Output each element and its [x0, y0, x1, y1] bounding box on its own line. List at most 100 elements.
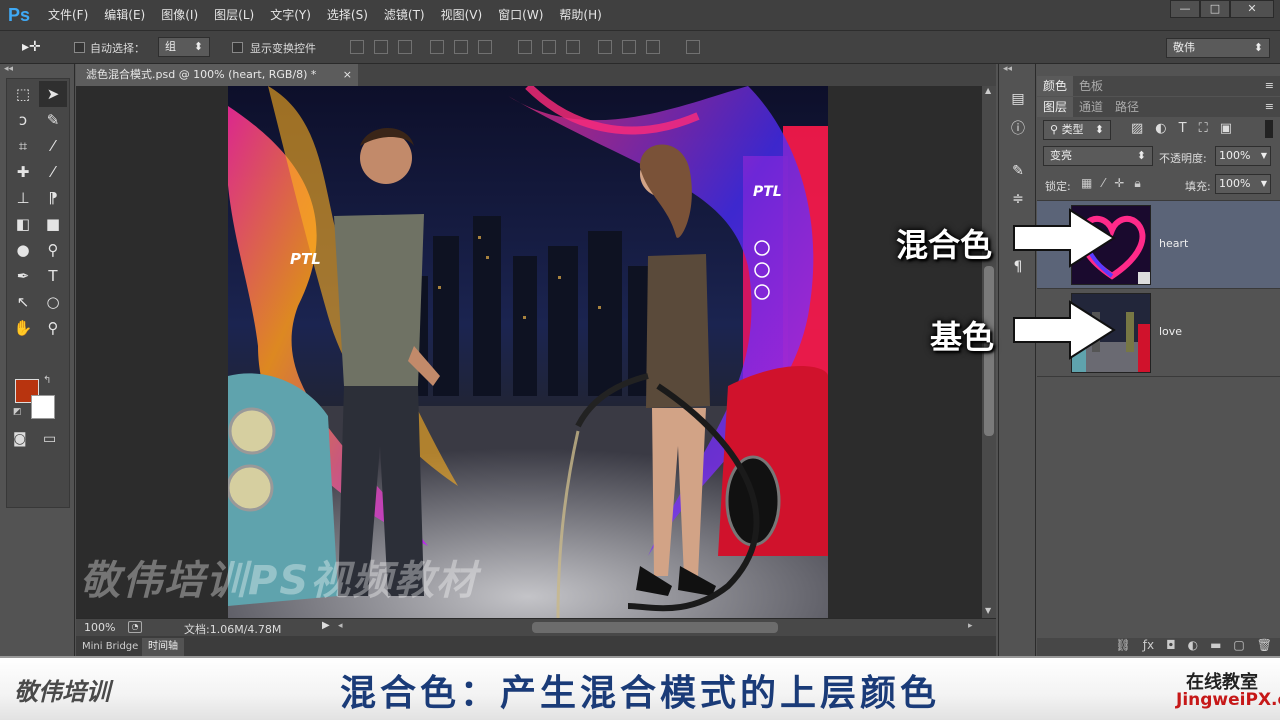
- brush-tool-icon[interactable]: ⁄: [39, 159, 67, 185]
- distribute-top-icon[interactable]: [518, 40, 532, 54]
- auto-select-checkbox[interactable]: [74, 42, 85, 53]
- info-panel-icon[interactable]: ⓘ: [1005, 118, 1031, 140]
- align-bottom-icon[interactable]: [398, 40, 412, 54]
- ellipse-tool-icon[interactable]: ○: [39, 289, 67, 315]
- eyedropper-tool-icon[interactable]: ⁄: [39, 133, 67, 159]
- history-brush-tool-icon[interactable]: ⁋: [39, 185, 67, 211]
- scroll-down-icon[interactable]: ▼: [985, 606, 991, 615]
- crop-tool-icon[interactable]: ⌗: [9, 133, 37, 159]
- collapse-icon[interactable]: ◂◂: [4, 64, 13, 74]
- filter-toggle[interactable]: [1265, 120, 1273, 138]
- collapse-icon[interactable]: ◂◂: [1003, 64, 1012, 74]
- path-select-tool-icon[interactable]: ↖: [9, 289, 37, 315]
- healing-brush-tool-icon[interactable]: ✚: [9, 159, 37, 185]
- scroll-right-icon[interactable]: ▸: [968, 621, 973, 631]
- delete-layer-icon[interactable]: 🗑︎: [1257, 638, 1272, 656]
- align-top-icon[interactable]: [350, 40, 364, 54]
- brush-panel-icon[interactable]: ✎: [1005, 160, 1031, 182]
- hand-tool-icon[interactable]: ✋: [9, 315, 37, 341]
- quick-select-tool-icon[interactable]: ✎: [39, 107, 67, 133]
- menu-help[interactable]: 帮助(H): [551, 0, 609, 30]
- quick-mask-icon[interactable]: ◙: [13, 431, 27, 447]
- tab-paths[interactable]: 路径: [1109, 97, 1145, 117]
- move-tool-icon[interactable]: ▸✛: [22, 39, 41, 55]
- panel-menu-icon[interactable]: ≡: [1265, 97, 1280, 117]
- marquee-tool-icon[interactable]: ⬚: [9, 81, 37, 107]
- layer-mask-icon[interactable]: ◘: [1166, 638, 1176, 656]
- close-button[interactable]: ✕: [1230, 0, 1274, 18]
- new-group-icon[interactable]: ▬: [1210, 638, 1221, 656]
- layer-style-icon[interactable]: ƒx: [1143, 638, 1154, 656]
- shape-filter-icon[interactable]: ⛶: [1199, 121, 1208, 136]
- smart-object-filter-icon[interactable]: ▣: [1220, 121, 1232, 136]
- distribute-left-icon[interactable]: [598, 40, 612, 54]
- pixel-filter-icon[interactable]: ▨: [1131, 121, 1143, 136]
- status-menu-arrow-icon[interactable]: ▶: [322, 620, 330, 631]
- lock-all-icon[interactable]: 🔒︎: [1134, 176, 1140, 191]
- tab-mini-bridge[interactable]: Mini Bridge: [76, 638, 144, 656]
- type-filter-icon[interactable]: T: [1179, 121, 1187, 136]
- align-right-icon[interactable]: [478, 40, 492, 54]
- menu-file[interactable]: 文件(F): [40, 0, 96, 30]
- workspace-dropdown[interactable]: 敬伟 ⬍: [1166, 38, 1270, 58]
- menu-view[interactable]: 视图(V): [433, 0, 491, 30]
- auto-align-icon[interactable]: [686, 40, 700, 54]
- menu-image[interactable]: 图像(I): [153, 0, 206, 30]
- layer-name-love[interactable]: love: [1159, 325, 1182, 338]
- align-left-icon[interactable]: [430, 40, 444, 54]
- tab-color[interactable]: 颜色: [1037, 76, 1074, 96]
- horizontal-scroll-thumb[interactable]: [532, 622, 778, 633]
- menu-layer[interactable]: 图层(L): [206, 0, 262, 30]
- menu-select[interactable]: 选择(S): [319, 0, 376, 30]
- distribute-right-icon[interactable]: [646, 40, 660, 54]
- link-layers-icon[interactable]: ⛓: [1116, 638, 1131, 656]
- lock-transparency-icon[interactable]: ▦: [1081, 176, 1092, 191]
- screen-mode-icon[interactable]: ▭: [43, 431, 56, 447]
- distribute-bottom-icon[interactable]: [566, 40, 580, 54]
- document-tab[interactable]: 滤色混合模式.psd @ 100% (heart, RGB/8) * ×: [76, 64, 358, 86]
- align-vcenter-icon[interactable]: [374, 40, 388, 54]
- auto-select-dropdown[interactable]: 组 ⬍: [158, 37, 210, 57]
- tab-timeline[interactable]: 时间轴: [142, 638, 184, 656]
- align-hcenter-icon[interactable]: [454, 40, 468, 54]
- show-transform-checkbox[interactable]: [232, 42, 243, 53]
- type-tool-icon[interactable]: T: [39, 263, 67, 289]
- minimize-button[interactable]: —: [1170, 0, 1200, 18]
- layer-name-heart[interactable]: heart: [1159, 237, 1188, 250]
- stamp-tool-icon[interactable]: ⊥: [9, 185, 37, 211]
- panel-menu-icon[interactable]: ≡: [1265, 76, 1280, 96]
- lasso-tool-icon[interactable]: ↄ: [9, 107, 37, 133]
- eraser-tool-icon[interactable]: ◧: [9, 211, 37, 237]
- status-icon[interactable]: ◔: [128, 621, 142, 633]
- swap-colors-icon[interactable]: ↰: [43, 375, 51, 386]
- fill-field[interactable]: 100% ▼: [1215, 174, 1271, 194]
- zoom-tool-icon[interactable]: ⚲: [39, 315, 67, 341]
- tab-channels[interactable]: 通道: [1073, 97, 1109, 117]
- scroll-up-icon[interactable]: ▲: [985, 86, 991, 95]
- history-panel-icon[interactable]: ▤: [1005, 88, 1031, 110]
- distribute-vcenter-icon[interactable]: [542, 40, 556, 54]
- gradient-tool-icon[interactable]: ■: [39, 211, 67, 237]
- distribute-hcenter-icon[interactable]: [622, 40, 636, 54]
- move-tool-icon[interactable]: ➤: [39, 81, 67, 107]
- restore-button[interactable]: □: [1200, 0, 1230, 18]
- adjustment-filter-icon[interactable]: ◐: [1155, 121, 1166, 136]
- adjustment-layer-icon[interactable]: ◐: [1188, 638, 1198, 656]
- blur-tool-icon[interactable]: ●: [9, 237, 37, 263]
- background-color-swatch[interactable]: [31, 395, 55, 419]
- tab-layers[interactable]: 图层: [1037, 97, 1074, 117]
- menu-window[interactable]: 窗口(W): [490, 0, 551, 30]
- scroll-left-icon[interactable]: ◂: [338, 621, 343, 631]
- menu-filter[interactable]: 滤镜(T): [376, 0, 433, 30]
- opacity-field[interactable]: 100% ▼: [1215, 146, 1271, 166]
- pen-tool-icon[interactable]: ✒: [9, 263, 37, 289]
- lock-pixels-icon[interactable]: ⁄: [1102, 176, 1104, 191]
- default-colors-icon[interactable]: ◩: [13, 407, 22, 417]
- close-tab-icon[interactable]: ×: [343, 64, 352, 86]
- menu-edit[interactable]: 编辑(E): [96, 0, 153, 30]
- blend-mode-dropdown[interactable]: 变亮 ⬍: [1043, 146, 1153, 166]
- lock-position-icon[interactable]: ✛: [1114, 176, 1124, 191]
- menu-type[interactable]: 文字(Y): [262, 0, 319, 30]
- document-canvas[interactable]: PTL PTL: [228, 86, 828, 618]
- zoom-level[interactable]: 100%: [84, 621, 115, 634]
